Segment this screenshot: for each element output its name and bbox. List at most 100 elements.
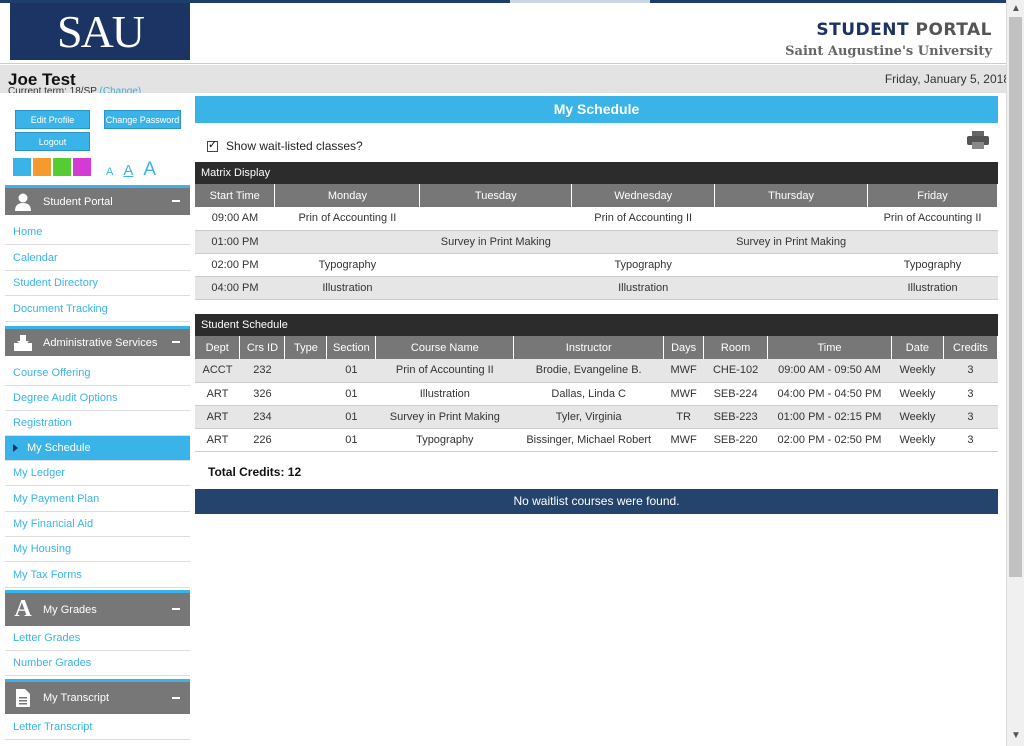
matrix-table: Start Time Monday Tuesday Wednesday Thursday… xyxy=(195,184,998,300)
schedule-column-header[interactable]: Dept xyxy=(195,336,241,359)
matrix-cell xyxy=(419,276,572,300)
edit-profile-button[interactable]: Edit Profile xyxy=(15,110,90,129)
sidebar-item-my-payment-plan[interactable]: My Payment Plan xyxy=(5,487,190,512)
font-size-controls: A A A xyxy=(106,159,156,181)
schedule-cell: 3 xyxy=(943,382,998,406)
matrix-cell: 09:00 AM xyxy=(195,207,275,231)
sidebar-item-degree-audit-options[interactable]: Degree Audit Options xyxy=(5,386,190,411)
schedule-column-header[interactable]: Credits xyxy=(943,336,999,359)
font-size-large[interactable]: A xyxy=(143,159,156,181)
section-my-grades[interactable]: A My Grades xyxy=(5,590,190,626)
sidebar-item-letter-transcript[interactable]: Letter Transcript xyxy=(5,715,190,740)
matrix-cell: Prin of Accounting II xyxy=(274,207,420,231)
matrix-body: 09:00 AM Prin of Accounting II Prin of Acc… xyxy=(195,207,998,300)
sau-logo[interactable]: SAU xyxy=(10,3,190,60)
sidebar-item-letter-grades[interactable]: Letter Grades xyxy=(5,626,190,651)
theme-swatch-orange[interactable] xyxy=(33,158,51,176)
schedule-cell: Prin of Accounting II xyxy=(375,359,514,383)
sidebar-item-home[interactable]: Home xyxy=(5,220,190,245)
matrix-cell: Survey in Print Making xyxy=(714,230,868,254)
sidebar-item-my-schedule[interactable]: My Schedule xyxy=(5,436,190,461)
schedule-cell: Tyler, Virginia xyxy=(513,405,664,429)
sidebar-item-registration[interactable]: Registration xyxy=(5,411,190,436)
matrix-cell: Typography xyxy=(274,253,420,277)
schedule-cell: Bissinger, Michael Robert xyxy=(513,428,664,452)
schedule-column-header[interactable]: Room xyxy=(703,336,769,359)
schedule-column-header[interactable]: Instructor xyxy=(513,336,665,359)
matrix-cell: Prin of Accounting II xyxy=(867,207,998,231)
matrix-cell: Typography xyxy=(571,253,715,277)
schedule-cell: ACCT xyxy=(195,359,240,383)
schedule-column-header[interactable]: Days xyxy=(663,336,705,359)
schedule-column-header[interactable]: Section xyxy=(326,336,377,359)
section-administrative-services[interactable]: Administrative Services xyxy=(5,326,190,356)
sidebar: Edit Profile Change Password Logout A A … xyxy=(0,93,190,746)
schedule-cell xyxy=(284,359,327,383)
table-row: ART 226 01 Typography Bissinger, Michael Rob… xyxy=(195,428,998,452)
schedule-cell: ART xyxy=(195,428,240,452)
schedule-column-header[interactable]: Course Name xyxy=(375,336,515,359)
portal-title-portal: PORTAL xyxy=(915,20,992,40)
matrix-cell xyxy=(419,207,572,231)
sidebar-item-my-financial-aid[interactable]: My Financial Aid xyxy=(5,512,190,537)
sidebar-item-calendar[interactable]: Calendar xyxy=(5,246,190,271)
theme-swatch-blue[interactable] xyxy=(13,158,31,176)
sidebar-item-my-housing[interactable]: My Housing xyxy=(5,537,190,562)
matrix-row: 09:00 AM Prin of Accounting II Prin of Acc… xyxy=(195,207,998,231)
schedule-cell: 01 xyxy=(326,428,376,452)
printer-icon[interactable] xyxy=(967,131,989,149)
sidebar-item-number-grades[interactable]: Number Grades xyxy=(5,651,190,676)
schedule-column-header[interactable]: Crs ID xyxy=(239,336,286,359)
matrix-cell: Survey in Print Making xyxy=(419,230,572,254)
schedule-cell: 3 xyxy=(943,359,998,383)
schedule-cell: MWF xyxy=(663,382,704,406)
inbox-icon xyxy=(13,334,33,352)
collapse-icon[interactable] xyxy=(172,341,180,343)
logout-button[interactable]: Logout xyxy=(15,132,90,151)
scroll-up-icon[interactable]: ▲ xyxy=(1011,3,1021,14)
waitlist-toggle[interactable]: Show wait-listed classes? xyxy=(207,138,363,153)
schedule-column-header[interactable]: Date xyxy=(891,336,944,359)
waitlist-label: Show wait-listed classes? xyxy=(226,139,363,153)
section-student-portal[interactable]: Student Portal xyxy=(5,185,190,215)
schedule-cell: SEB-224 xyxy=(703,382,768,406)
total-credits: Total Credits: 12 xyxy=(208,465,302,479)
schedule-column-header[interactable]: Time xyxy=(767,336,892,359)
portal-title-student: STUDENT xyxy=(816,20,910,40)
theme-swatch-green[interactable] xyxy=(53,158,71,176)
waitlist-checkbox[interactable] xyxy=(207,138,218,152)
font-size-small[interactable]: A xyxy=(106,166,113,178)
matrix-cell: Illustration xyxy=(274,276,420,300)
schedule-cell: 04:00 PM - 04:50 PM xyxy=(767,382,892,406)
university-name: Saint Augustine's University xyxy=(785,44,992,59)
schedule-cell: Weekly xyxy=(891,359,944,383)
section-my-transcript[interactable]: My Transcript xyxy=(5,679,190,714)
sidebar-item-my-tax-forms[interactable]: My Tax Forms xyxy=(5,563,190,588)
collapse-icon[interactable] xyxy=(172,608,180,610)
student-schedule-header: Student Schedule xyxy=(195,314,998,336)
schedule-column-header[interactable]: Type xyxy=(284,336,328,359)
sidebar-item-my-ledger[interactable]: My Ledger xyxy=(5,461,190,486)
font-size-medium[interactable]: A xyxy=(123,162,133,179)
table-row: ART 326 01 Illustration Dallas, Linda C MWF SE… xyxy=(195,382,998,406)
schedule-cell xyxy=(284,382,327,406)
sidebar-item-student-directory[interactable]: Student Directory xyxy=(5,271,190,296)
schedule-cell: MWF xyxy=(663,359,704,383)
scroll-down-icon[interactable]: ▼ xyxy=(1011,730,1021,741)
schedule-cell: Brodie, Evangeline B. xyxy=(513,359,664,383)
vertical-scrollbar[interactable]: ▲ ▼ xyxy=(1006,0,1024,746)
document-icon xyxy=(13,689,33,707)
schedule-cell: 01 xyxy=(326,359,376,383)
theme-swatch-magenta[interactable] xyxy=(73,158,91,176)
sidebar-item-document-tracking[interactable]: Document Tracking xyxy=(5,297,190,322)
collapse-icon[interactable] xyxy=(172,697,180,699)
sidebar-item-course-offering[interactable]: Course Offering xyxy=(5,361,190,386)
schedule-cell: 01 xyxy=(326,382,376,406)
collapse-icon[interactable] xyxy=(172,200,180,202)
section-title: Student Portal xyxy=(43,195,113,208)
change-password-button[interactable]: Change Password xyxy=(104,110,181,129)
table-row: ART 234 01 Survey in Print Making Tyler, Vir… xyxy=(195,405,998,429)
schedule-cell: 09:00 AM - 09:50 AM xyxy=(767,359,892,383)
scrollbar-thumb[interactable] xyxy=(1009,17,1022,577)
schedule-cell: SEB-220 xyxy=(703,428,768,452)
